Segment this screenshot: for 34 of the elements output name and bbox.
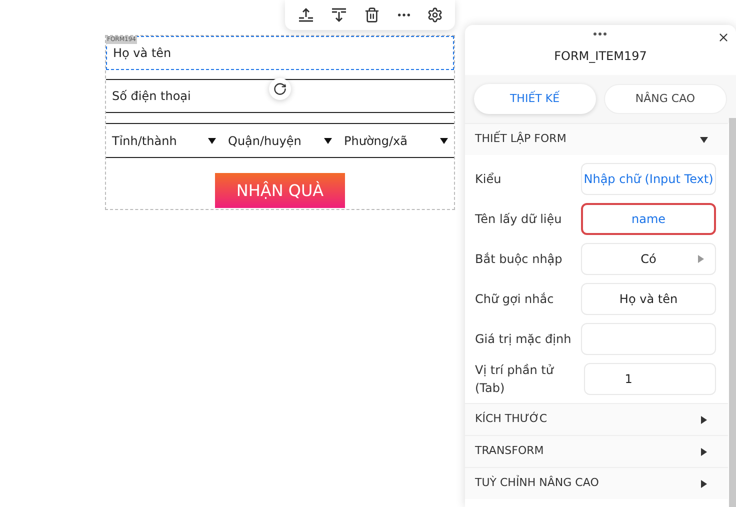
dropdown-caret-icon (324, 136, 332, 144)
field-label: Tên lấy dữ liệu (475, 211, 562, 228)
dropdown-field[interactable]: Quận/huyện (222, 124, 338, 157)
field-label: Bắt buộc nhập (475, 251, 562, 268)
drag-handle-icon[interactable] (593, 32, 607, 36)
panel-tab[interactable]: NÂNG CAO (604, 84, 727, 114)
section-header[interactable]: TRANSFORM (465, 436, 728, 467)
number-field[interactable]: 1 (584, 363, 716, 395)
move-down-icon[interactable] (330, 6, 348, 24)
panel-tab[interactable]: THIẾT KẾ (474, 84, 596, 114)
section-header[interactable]: THIẾT LẬP FORM (465, 124, 728, 155)
close-icon[interactable] (717, 31, 730, 44)
field-label: Vị trí phần tử (Tab) (475, 362, 555, 397)
dropdown-field[interactable]: Phường/xã (338, 124, 454, 157)
field-label: Chữ gợi nhắc (475, 291, 554, 308)
input-field[interactable]: Họ và tên (581, 283, 716, 315)
value-field[interactable]: name (581, 203, 716, 235)
section-header[interactable]: KÍCH THƯỚC (465, 404, 728, 435)
submit-button[interactable]: NHẬN QUÀ (215, 173, 345, 208)
field-label: Kiểu (475, 171, 502, 188)
select-field[interactable]: Có (581, 243, 716, 275)
section-header[interactable]: TUỲ CHỈNH NÂNG CAO (465, 468, 728, 499)
dropdown-field[interactable]: Tỉnh/thành (106, 124, 222, 157)
text-field[interactable]: Số điện thoại (106, 79, 454, 113)
field-label: Giá trị mặc định (475, 331, 572, 348)
value-field[interactable]: Nhập chữ (Input Text) (581, 163, 716, 195)
dropdown-caret-icon (208, 136, 216, 144)
panel-title: FORM_ITEM197 (554, 48, 647, 65)
delete-icon[interactable] (364, 7, 380, 23)
caret-icon (697, 255, 705, 263)
move-up-icon[interactable] (296, 6, 315, 24)
rotate-icon[interactable] (269, 78, 291, 100)
dropdown-caret-icon (440, 136, 448, 144)
settings-icon[interactable] (427, 7, 444, 23)
